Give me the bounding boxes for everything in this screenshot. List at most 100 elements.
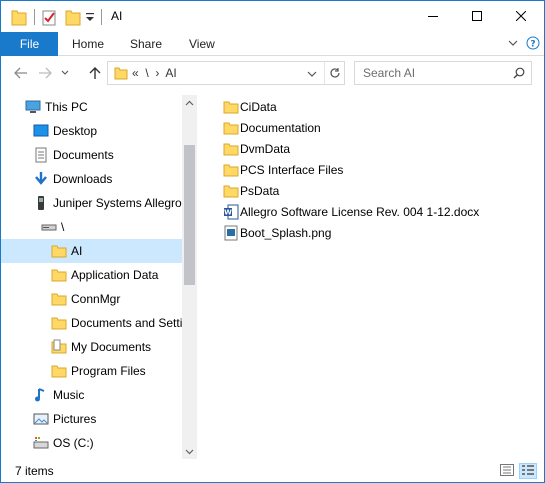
svg-text:?: ? [530,40,535,50]
tab-share[interactable]: Share [130,32,162,56]
nav-item-label: Music [53,388,85,402]
list-view-icon [521,464,535,479]
folder-icon [223,162,239,178]
nav-item-label: Documents [53,148,114,162]
up-button[interactable] [84,61,106,85]
back-button[interactable] [10,61,32,85]
search-input[interactable]: Search AI [363,66,415,80]
maximize-button[interactable] [454,1,499,31]
nav-item[interactable]: Desktop [1,119,182,143]
large-icons-view-button[interactable] [519,463,537,479]
forward-button[interactable] [34,61,56,85]
file-name: Boot_Splash.png [240,225,332,240]
nav-item[interactable]: Application Data [1,263,182,287]
nav-item[interactable]: This PC [1,95,182,119]
os-drive-icon [33,435,49,451]
nav-item-label: Pictures [53,412,97,426]
computer-icon [25,99,41,115]
nav-item[interactable]: Juniper Systems Allegro [1,191,182,215]
scroll-up-icon[interactable] [185,98,194,107]
folder-icon [223,99,239,115]
new-folder-icon[interactable] [65,8,81,26]
file-item[interactable]: DvmData [223,138,290,159]
nav-item[interactable]: Music [1,383,182,407]
downloads-icon [33,171,49,187]
documents-icon [33,147,49,163]
image-file-icon [223,225,239,241]
help-icon[interactable]: ? [526,36,540,53]
close-button[interactable] [498,1,543,31]
file-name: PsData [240,183,280,198]
nav-item[interactable]: Program Files [1,359,182,383]
nav-item-label: OS (C:) [53,436,94,450]
file-item[interactable]: W Allegro Software License Rev. 004 1-12.… [223,201,479,222]
folder-icon [51,267,67,283]
explorer-window: AI File Home Share View ? « \ › AI Searc… [0,0,545,483]
address-path[interactable]: « \ › AI [132,66,177,80]
word-doc-icon: W [223,204,239,220]
item-count: 7 items [15,464,54,478]
music-icon [33,387,49,403]
address-bar[interactable]: « \ › AI [107,61,345,85]
special-folder-icon [51,339,67,355]
recent-locations-button[interactable] [56,61,74,85]
nav-item-label: My Documents [71,340,152,354]
status-bar: 7 items [1,460,544,482]
properties-icon[interactable] [41,8,57,26]
title-separator [101,9,102,25]
tab-home[interactable]: Home [72,32,104,56]
search-icon[interactable] [513,67,525,82]
file-name: DvmData [240,141,291,156]
nav-item-label: \ [61,220,65,234]
nav-item-label: Desktop [53,124,98,138]
file-name: Allegro Software License Rev. 004 1-12.d… [240,204,480,219]
tab-view[interactable]: View [189,32,215,56]
details-view-icon [500,463,514,479]
expand-ribbon-icon[interactable] [508,36,518,53]
file-name: Documentation [240,120,321,135]
nav-item-label: Juniper Systems Allegro [53,196,182,210]
chevron-down-icon[interactable] [307,68,317,82]
file-list: CiData Documentation DvmData PCS Interface … [215,95,535,459]
nav-item-label: AI [71,244,83,258]
nav-item-label: Program Files [71,364,146,378]
customize-qat-icon[interactable] [85,11,95,29]
file-item[interactable]: Boot_Splash.png [223,222,331,243]
title-bar: AI [1,1,544,32]
nav-item[interactable]: OS (C:) [1,431,182,455]
nav-item[interactable]: My Documents [1,335,182,359]
nav-item[interactable]: Documents [1,143,182,167]
scroll-down-icon[interactable] [185,447,194,456]
folder-icon [223,120,239,136]
minimize-button[interactable] [410,1,455,31]
nav-item-label: Downloads [53,172,113,186]
nav-item[interactable]: ConnMgr [1,287,182,311]
file-item[interactable]: PsData [223,180,279,201]
file-item[interactable]: Documentation [223,117,321,138]
nav-item[interactable]: Documents and Setti [1,311,182,335]
nav-item[interactable]: \ [1,215,182,239]
desktop-icon [33,123,49,139]
details-view-button[interactable] [498,463,516,479]
tab-file[interactable]: File [1,32,58,56]
file-item[interactable]: CiData [223,96,277,117]
svg-text:W: W [224,208,232,216]
navigation-pane: This PC Desktop Documents Downloads Juniper … [1,95,197,459]
file-item[interactable]: PCS Interface Files [223,159,343,180]
nav-item-label: Application Data [71,268,159,282]
nav-item[interactable]: Downloads [1,167,182,191]
nav-item[interactable]: Pictures [1,407,182,431]
nav-item-label: This PC [45,100,88,114]
folder-icon [223,141,239,157]
folder-icon [51,243,67,259]
refresh-button[interactable] [324,62,344,84]
nav-scrollbar[interactable] [182,95,197,459]
scroll-thumb[interactable] [184,145,195,285]
folder-icon [223,183,239,199]
nav-item-label: Documents and Setti [71,316,182,330]
folder-icon [114,67,128,83]
nav-item[interactable]: AI [1,239,182,263]
window-title: AI [111,9,123,23]
search-box[interactable]: Search AI [354,61,532,85]
drive-icon [41,219,57,235]
